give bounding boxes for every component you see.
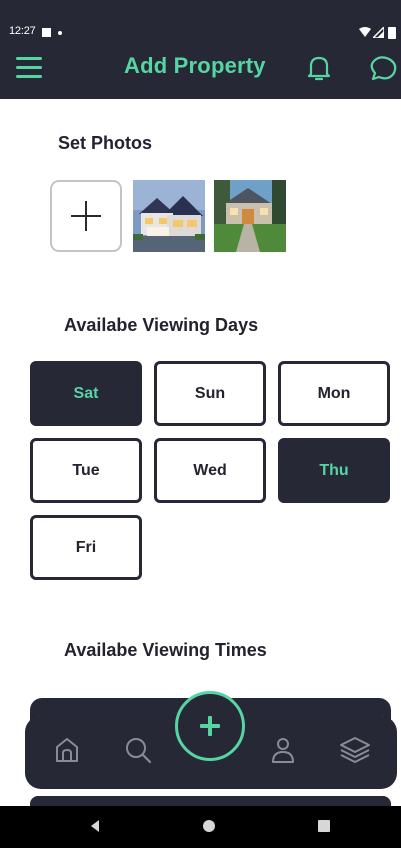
- day-option-sun[interactable]: Sun: [154, 361, 266, 426]
- chat-button[interactable]: [364, 52, 401, 84]
- day-option-thu[interactable]: Thu: [278, 438, 390, 503]
- day-option-wed[interactable]: Wed: [154, 438, 266, 503]
- day-label: Mon: [317, 384, 351, 402]
- system-back-button[interactable]: [88, 819, 102, 833]
- back-icon: [91, 820, 99, 832]
- battery-icon: [388, 27, 396, 39]
- add-fab-button[interactable]: [175, 691, 245, 761]
- day-label: Fri: [75, 538, 97, 556]
- notification-square-icon: [42, 28, 51, 37]
- system-nav-bar: [0, 806, 401, 848]
- day-label: Sat: [73, 384, 99, 402]
- hamburger-line: [16, 75, 42, 78]
- day-option-fri[interactable]: Fri: [30, 515, 142, 580]
- chat-bubble-icon: [370, 56, 397, 81]
- house-photo-daylight: [214, 180, 286, 252]
- day-label: Thu: [319, 461, 349, 479]
- page-title: Add Property: [124, 53, 266, 78]
- day-label: Tue: [72, 461, 100, 479]
- status-indicators: [357, 26, 401, 40]
- set-photos-heading: Set Photos: [58, 133, 153, 153]
- nav-profile-button[interactable]: [266, 733, 300, 767]
- nav-search-button[interactable]: [122, 733, 156, 767]
- day-label: Sun: [194, 384, 226, 402]
- house-photo-twilight: [133, 180, 205, 252]
- day-option-sat[interactable]: Sat: [30, 361, 142, 426]
- nav-home-button[interactable]: [50, 733, 84, 767]
- search-icon: [126, 738, 152, 764]
- add-fab-icon: [200, 716, 220, 736]
- day-option-mon[interactable]: Mon: [278, 361, 390, 426]
- hamburger-line: [16, 66, 42, 69]
- property-photo-thumbnail[interactable]: [133, 180, 205, 252]
- notifications-button[interactable]: [303, 52, 335, 84]
- add-photo-button[interactable]: [50, 180, 122, 252]
- system-recents-button[interactable]: [318, 820, 330, 832]
- day-label: Wed: [193, 461, 227, 479]
- notification-dot-icon: [58, 31, 62, 35]
- profile-icon: [272, 738, 294, 763]
- layers-icon: [340, 737, 370, 763]
- hamburger-menu-icon: [16, 57, 42, 60]
- viewing-time-card[interactable]: [30, 796, 391, 806]
- menu-button[interactable]: [14, 54, 46, 82]
- system-home-button[interactable]: [203, 820, 215, 832]
- status-time: 12:27: [9, 25, 36, 37]
- home-icon: [56, 738, 78, 762]
- property-photo-thumbnail[interactable]: [214, 180, 286, 252]
- day-option-tue[interactable]: Tue: [30, 438, 142, 503]
- wifi-icon: [359, 27, 371, 37]
- bell-icon: [307, 56, 331, 81]
- viewing-days-heading: Availabe Viewing Days: [64, 315, 259, 335]
- plus-icon: [71, 201, 101, 231]
- nav-layers-button[interactable]: [338, 733, 372, 767]
- viewing-times-heading: Availabe Viewing Times: [64, 640, 267, 660]
- status-bar: 12:27: [0, 0, 401, 40]
- signal-icon: [373, 27, 384, 38]
